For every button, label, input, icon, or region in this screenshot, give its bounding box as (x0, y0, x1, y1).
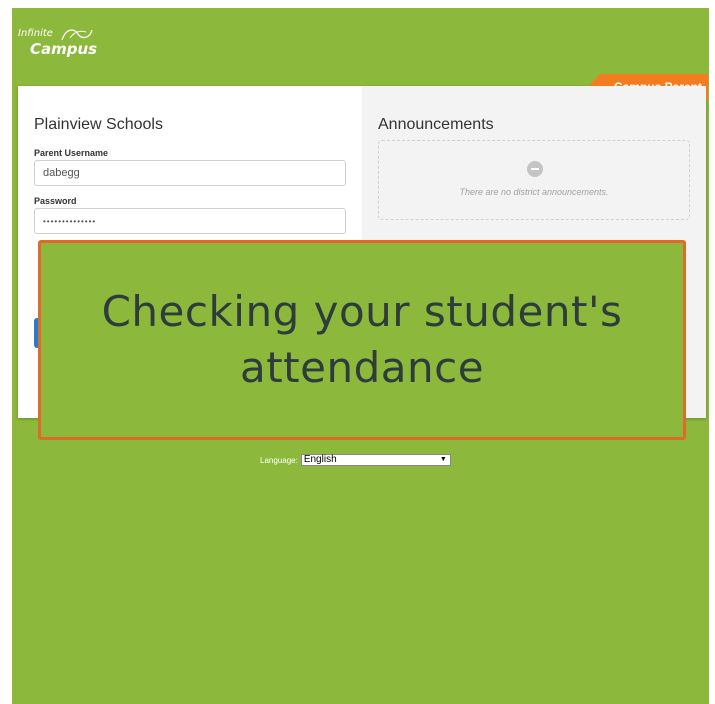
logo-swoosh-icon (61, 29, 93, 41)
announcements-box: There are no district announcements. (378, 140, 690, 220)
language-selected-value: English (303, 454, 337, 465)
language-selector: Language: English ▼ (260, 454, 451, 466)
page-background: Infinite Campus Campus Parent Plainview … (12, 8, 709, 704)
logo-line-2: Campus (30, 40, 98, 58)
overlay-title-line-2: attendance (239, 343, 485, 392)
no-entry-icon (527, 161, 543, 177)
title-overlay: Checking your student's attendance (38, 240, 686, 440)
infinite-campus-logo: Infinite Campus (18, 22, 98, 62)
school-name: Plainview Schools (34, 116, 163, 133)
language-select[interactable]: English ▼ (300, 454, 451, 466)
announcements-title: Announcements (378, 116, 494, 133)
dropdown-arrow-icon: ▼ (439, 456, 447, 463)
username-input[interactable]: dabegg (34, 160, 346, 186)
overlay-title-line-1: Checking your student's (101, 287, 623, 336)
logo-line-1: Infinite (18, 28, 53, 39)
username-label: Parent Username (34, 148, 109, 158)
password-input[interactable]: •••••••••••••• (34, 208, 346, 234)
language-label: Language: (260, 455, 298, 465)
password-label: Password (34, 196, 77, 206)
announcements-empty-text: There are no district announcements. (459, 187, 609, 197)
overlay-title: Checking your student's attendance (102, 284, 623, 396)
